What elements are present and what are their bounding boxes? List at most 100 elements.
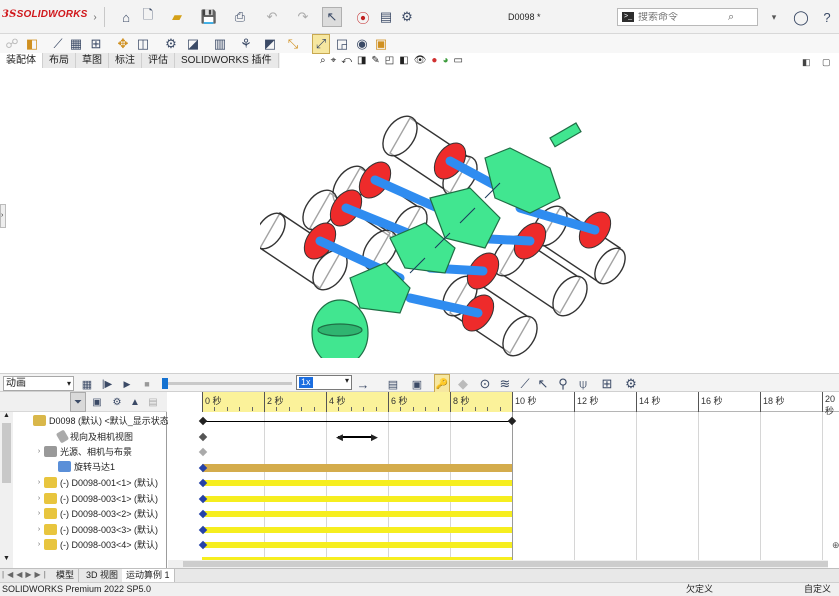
hide-show-items-icon[interactable]: 👁 <box>414 55 427 69</box>
animation-wizard-icon[interactable]: ▣ <box>410 374 424 394</box>
component-preview-icon[interactable]: ⟋ <box>50 34 66 54</box>
tree-item-part[interactable]: › (-) D0098-003<2> (默认) <box>6 506 158 521</box>
part-time-bar[interactable] <box>202 511 512 517</box>
tree-item-part[interactable]: › (-) D0098-003<3> (默认) <box>6 522 158 537</box>
move-component-icon[interactable]: ✥ <box>115 34 131 54</box>
expand-arrow-icon[interactable]: › <box>34 526 44 533</box>
view-change-bar[interactable] <box>338 436 374 438</box>
zoom-to-area-icon[interactable]: ⌖ <box>331 55 337 69</box>
new-document-icon[interactable]: 🗋 <box>139 7 157 27</box>
filter-driving-icon[interactable]: ⚙ <box>110 392 124 412</box>
zoom-timeline-icon[interactable]: ⊕ <box>832 540 839 554</box>
scroll-down-icon[interactable]: ▼ <box>0 555 13 562</box>
results-plots-icon[interactable]: ⊞ <box>600 374 614 394</box>
tree-item-part[interactable]: › (-) D0098-001<1> (默认) <box>6 475 158 490</box>
menu-expand-icon[interactable]: › <box>90 7 100 27</box>
home-icon[interactable]: ⌂ <box>117 7 135 27</box>
part-time-bar[interactable] <box>202 527 512 533</box>
show-hidden-icon[interactable]: ◫ <box>135 34 151 54</box>
stop-icon[interactable]: ■ <box>140 374 154 394</box>
time-ruler[interactable]: 0 秒 2 秒 4 秒 6 秒 8 秒 10 秒 12 秒 14 秒 16 秒 … <box>202 392 839 416</box>
options-gear-icon[interactable]: ⚙ <box>398 7 416 27</box>
open-folder-icon[interactable]: ▰ <box>168 7 186 27</box>
playback-mode-icon[interactable]: → <box>356 374 370 394</box>
solidworks-logo[interactable]: 3SSOLIDWORKS <box>2 9 87 20</box>
command-search[interactable]: >_ ⌕ <box>617 8 758 26</box>
tab-scroll-arrows-icon[interactable]: |◀◀▶▶| <box>2 570 49 579</box>
key-point[interactable] <box>198 447 208 457</box>
view-orientation-icon[interactable]: ◰ <box>385 55 394 69</box>
expand-arrow-icon[interactable]: › <box>34 510 44 517</box>
tree-item-motor[interactable]: 旋转马达1 <box>20 459 115 474</box>
expand-arrow-icon[interactable]: › <box>34 479 44 486</box>
edit-appearance-icon[interactable]: ● <box>431 55 437 69</box>
search-dropdown-icon[interactable]: ▾ <box>768 7 780 27</box>
dynamic-annotation-icon[interactable]: ✎ <box>371 55 379 69</box>
previous-view-icon[interactable]: ⤺ <box>341 55 352 69</box>
zoom-to-fit-icon[interactable]: ⌕ <box>320 55 326 69</box>
section-view-icon[interactable]: ◨ <box>357 55 366 69</box>
tab-3d-views[interactable]: 3D 视图 <box>82 569 124 583</box>
timeline-horizontal-scrollbar[interactable] <box>168 560 828 568</box>
account-icon[interactable]: ◯ <box>792 7 810 27</box>
file-properties-icon[interactable]: ▤ <box>377 7 395 27</box>
select-cursor-icon[interactable]: ↖ <box>322 7 342 27</box>
filter-selected-icon[interactable]: ▲ <box>128 392 142 412</box>
restore-pane-icon[interactable]: ◧ <box>802 57 811 68</box>
feature-manager-toggle-icon[interactable]: › <box>0 204 6 228</box>
expand-arrow-icon[interactable]: › <box>34 448 44 455</box>
maximize-pane-icon[interactable]: ▢ <box>822 57 831 68</box>
key-point[interactable] <box>507 416 517 426</box>
expand-arrow-icon[interactable]: › <box>34 495 44 502</box>
mate-icon[interactable]: ◧ <box>24 34 40 54</box>
gravity-icon[interactable]: ⍦ <box>576 374 590 394</box>
slider-thumb[interactable] <box>162 378 168 389</box>
camera-icon[interactable]: ◉ <box>354 34 370 54</box>
filter-results-icon[interactable]: ▤ <box>146 392 160 412</box>
apply-scene-icon[interactable]: ◕ <box>442 55 448 69</box>
new-motion-study-icon[interactable]: ▥ <box>212 34 228 54</box>
autokey-icon[interactable]: 🔑 <box>434 374 450 394</box>
large-assembly-icon[interactable]: ▣ <box>373 34 389 54</box>
print-icon[interactable]: ⎙ <box>231 7 249 27</box>
view-settings-icon[interactable]: ▭ <box>454 55 463 69</box>
part-time-bar[interactable] <box>202 542 512 548</box>
motor-time-bar[interactable] <box>202 464 512 472</box>
tab-layout[interactable]: 布局 <box>43 53 76 68</box>
update-speedpak-icon[interactable]: ⤢ <box>312 34 330 54</box>
contact-icon[interactable]: ⚲ <box>556 374 570 394</box>
key-point[interactable] <box>198 432 208 442</box>
search-icon[interactable]: ⌕ <box>728 11 734 24</box>
redo-icon[interactable]: ↷ <box>294 7 312 27</box>
tab-evaluate[interactable]: 评估 <box>142 53 175 68</box>
part-time-bar[interactable] <box>202 480 512 486</box>
tab-motion-study[interactable]: 运动算例 1 <box>122 569 175 583</box>
save-icon[interactable]: 💾 <box>200 7 218 27</box>
tree-item-lights[interactable]: › 光源、相机与布景 <box>6 444 132 459</box>
filter-icon[interactable]: ⏷ <box>70 392 86 412</box>
help-icon[interactable]: ? <box>818 7 836 27</box>
play-from-start-icon[interactable]: |▶ <box>100 374 114 394</box>
filter-animated-icon[interactable]: ▣ <box>90 392 104 412</box>
exploded-view-icon[interactable]: ◩ <box>262 34 278 54</box>
motion-study-properties-icon[interactable]: ⚙ <box>624 374 638 394</box>
expand-arrow-icon[interactable]: › <box>34 541 44 548</box>
take-snapshot-icon[interactable]: ◲ <box>334 34 350 54</box>
linear-pattern-icon[interactable]: ▦ <box>68 34 84 54</box>
assembly-features-icon[interactable]: ⚙ <box>163 34 179 54</box>
tree-item-assembly[interactable]: D0098 (默认) <默认_显示状态 <box>0 413 169 428</box>
scrollbar-thumb[interactable] <box>183 561 828 567</box>
force-icon[interactable]: ↖ <box>536 374 550 394</box>
playback-speed-select[interactable]: 1x ▾ <box>296 375 352 390</box>
tab-addins[interactable]: SOLIDWORKS 插件 <box>175 53 279 68</box>
tab-markup[interactable]: 标注 <box>109 53 142 68</box>
reference-geometry-icon[interactable]: ◪ <box>185 34 201 54</box>
timeline-area[interactable]: 0 秒 2 秒 4 秒 6 秒 8 秒 10 秒 12 秒 14 秒 16 秒 … <box>168 392 839 568</box>
playback-slider[interactable] <box>162 378 292 389</box>
graphics-area[interactable]: › <box>0 70 839 373</box>
spring-icon[interactable]: ≋ <box>498 374 512 394</box>
damper-icon[interactable]: ⟋ <box>518 374 532 394</box>
undo-icon[interactable]: ↶ <box>263 7 281 27</box>
add-key-icon[interactable]: ◆ <box>456 374 470 394</box>
key-point[interactable] <box>198 416 208 426</box>
